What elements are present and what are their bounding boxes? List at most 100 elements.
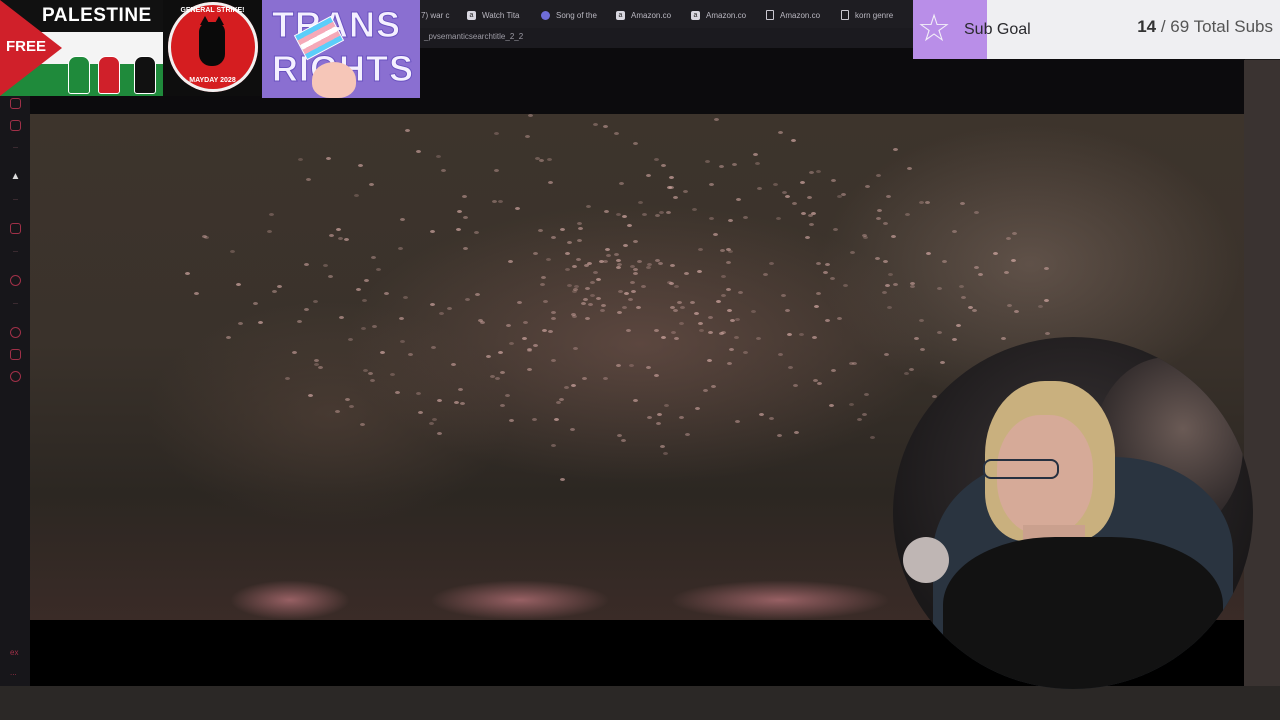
swarm-particle [668,281,674,285]
swarm-particle [653,328,659,332]
swarm-particle [499,370,505,374]
swarm-particle [811,335,817,339]
swarm-particle [429,230,435,233]
swarm-particle [436,399,442,403]
swarm-particle [656,412,662,416]
swarm-particle [791,139,797,143]
swarm-particle [992,251,998,255]
swarm-particle [936,287,942,291]
browser-tab[interactable]: a Watch Tita [467,8,529,22]
swarm-particle [753,153,759,157]
twitch-icon[interactable] [10,223,21,234]
swarm-particle [194,292,200,296]
swarm-particle [678,416,684,420]
swarm-particle [808,223,814,227]
swarm-particle [545,257,551,261]
swarm-particle [708,216,714,220]
swarm-particle [563,385,569,389]
swarm-particle [793,430,799,434]
swarm-particle [389,373,395,377]
swarm-particle [592,123,598,127]
swarm-particle [462,246,468,250]
browser-tab[interactable]: Song of the [541,8,607,22]
play-icon[interactable] [10,275,21,286]
swarm-particle [617,290,623,294]
swarm-particle [456,227,462,231]
swarm-particle [201,235,207,239]
swarm-particle [713,232,719,236]
swarm-particle [654,259,660,263]
swarm-particle [441,169,447,173]
swarm-particle [800,180,806,184]
webcam-overlay [893,337,1253,689]
swarm-particle [464,298,470,302]
swarm-particle [436,154,442,158]
swarm-particle [861,413,867,417]
browser-tab[interactable]: Amazon.co [766,8,828,22]
swarm-particle [551,443,557,447]
sidebar-ext-label[interactable]: ex [10,648,18,657]
swarm-particle [296,319,302,323]
swarm-particle [884,353,890,357]
sidebar-more-icon[interactable]: ... [10,668,17,677]
sidebar-mail-icon[interactable] [10,120,21,131]
general-strike-text: GENERAL STRIKE! [180,7,245,14]
swarm-particle [307,394,313,398]
swarm-particle [666,210,672,214]
sidebar-divider [13,199,18,200]
swarm-particle [799,332,805,336]
extensions-icon[interactable] [10,349,21,360]
fire-glow [230,580,350,620]
fire-glow [430,580,610,620]
swarm-particle [698,329,704,333]
swarm-particle [909,367,915,371]
swarm-particle [974,210,980,214]
history-icon[interactable] [10,327,21,338]
swarm-particle [613,131,619,135]
sidebar-ai-icon[interactable]: ▲ [10,171,21,182]
swarm-particle [550,236,556,240]
swarm-particle [633,141,639,145]
swarm-particle [918,201,924,205]
browser-tab[interactable]: a Amazon.co [691,8,755,22]
swarm-particle [734,318,740,322]
fist-icon [68,56,90,94]
swarm-particle [907,167,913,171]
browser-tab[interactable]: a Amazon.co [616,8,680,22]
swarm-particle [886,194,892,198]
swarm-particle [347,338,353,342]
swarm-particle [822,270,828,274]
fist-icon [98,56,120,94]
swarm-particle [781,294,786,298]
swarm-particle [258,321,264,325]
url-text[interactable]: _pvsemanticsearchtitle_2_2 [424,32,523,41]
swarm-particle [631,289,637,293]
swarm-particle [1013,309,1019,313]
tab-label: Watch Tita [482,10,520,20]
swarm-particle [816,381,822,385]
fist-icon [134,56,156,94]
swarm-particle [925,201,931,205]
swarm-particle [370,256,376,260]
swarm-particle [636,260,642,264]
swarm-particle [792,202,798,206]
swarm-particle [428,422,434,426]
swarm-particle [457,388,463,392]
swarm-particle [714,117,720,121]
swarm-particle [725,261,731,265]
browser-tab[interactable]: korn genre [841,8,905,22]
swarm-particle [633,239,639,243]
swarm-particle [550,358,556,362]
swarm-particle [604,210,610,213]
swarm-particle [627,223,633,227]
sidebar-app-icon[interactable] [10,98,21,109]
swarm-particle [547,158,553,162]
streamer-shirt [943,537,1223,689]
swarm-particle [1038,304,1044,308]
browser-tab[interactable]: 7) war c [421,8,459,22]
bottom-strip [0,686,1280,720]
tab-label: Amazon.co [780,10,821,20]
swarm-particle [959,284,965,288]
swarm-particle [829,276,835,280]
settings-icon[interactable] [10,371,21,382]
